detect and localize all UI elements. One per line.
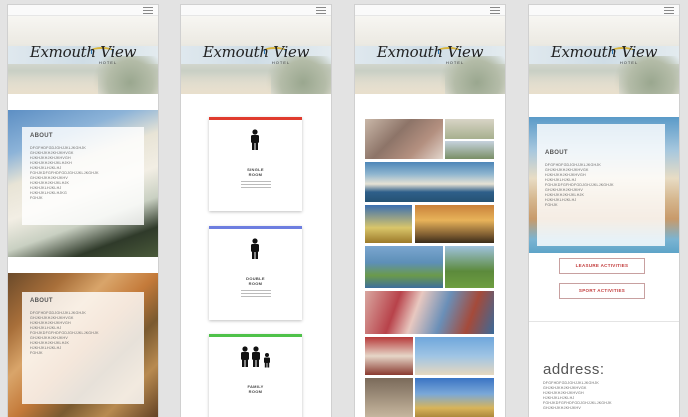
top-bar [8,5,158,16]
room-color-bar [209,334,302,337]
gallery-photo[interactable] [415,205,494,243]
hero-banner: Exmouth View HOTEL [355,16,505,94]
gallery-photo[interactable] [365,205,412,243]
hero-banner: Exmouth View HOTEL [8,16,158,94]
gallery-photo[interactable] [365,378,413,417]
room-label: ROOM [248,172,263,177]
sport-activities-button[interactable]: SPORT ACTIVITIES [559,283,645,299]
gallery-photo[interactable] [365,291,494,334]
top-bar [181,5,331,16]
about-text: DFGFHDFGDJGHJJKLJKGHJK GHJKHJKHJKHJKHVGK H… [30,311,136,356]
hamburger-menu-icon[interactable] [490,7,500,14]
hamburger-menu-icon[interactable] [143,7,153,14]
gallery-photo[interactable] [365,246,443,288]
gallery-photo[interactable] [445,119,494,139]
about-card: ABOUT DFGFHDFGDJGHJJKLJKGHJK GHJKHJKHJKHJ… [22,127,144,225]
room-label: ROOM [248,281,263,286]
about-title: ABOUT [30,133,53,139]
hotel-logo[interactable]: Exmouth View HOTEL [355,43,505,65]
hotel-logo[interactable]: Exmouth View HOTEL [529,43,679,65]
text-line: GHJKHJKHJKHJKHV [543,406,581,410]
gallery-photo[interactable] [445,246,494,288]
room-description [240,181,271,188]
gallery-photo[interactable] [415,337,494,375]
gallery-photo[interactable] [365,162,494,202]
room-color-bar [209,117,302,120]
room-card-family[interactable]: FAMILY ROOM [209,334,302,417]
gallery-photo[interactable] [445,141,494,159]
logo-text: Exmouth View [29,43,137,61]
gallery-photo[interactable] [365,119,443,159]
hero-banner: Exmouth View HOTEL [529,16,679,94]
family-icon [241,346,270,368]
gallery-photo[interactable] [415,378,494,417]
top-bar [529,5,679,16]
gallery-photo[interactable] [365,337,413,375]
text-line: FGHJK [30,196,43,200]
double-person-icon [251,238,259,259]
text-line: FGHJK [30,351,43,355]
room-color-bar [209,226,302,229]
hamburger-menu-icon[interactable] [664,7,674,14]
leisure-activities-button[interactable]: LEASURE ACTIVITIES [559,258,645,274]
hotel-logo[interactable]: Exmouth View HOTEL [8,43,158,65]
about-text: DFGFHDFGDJGHJJKLJKGHJK GHJKHJKHJKHJKHVGK H… [30,146,136,201]
address-title: address: [543,361,605,378]
room-label: ROOM [248,389,263,394]
mobile-screen-rooms: Exmouth View HOTEL SINGLE ROOM DOUBLE RO… [181,5,331,417]
room-card-double[interactable]: DOUBLE ROOM [209,226,302,320]
logo-text: Exmouth View [376,43,484,61]
about-title: ABOUT [545,150,568,156]
address-text: DFGFHDFGDJGHJJKLJKGHJK GHJKHJKHJKHJKHVGK H… [543,381,623,411]
text-line: FGHJK [545,203,558,207]
hero-banner: Exmouth View HOTEL [181,16,331,94]
about-card: ABOUT DFGFHDFGDJGHJJKLJKGHJK GHJKHJKHJKHJ… [22,292,144,404]
top-bar [355,5,505,16]
hamburger-menu-icon[interactable] [316,7,326,14]
logo-text: Exmouth View [202,43,310,61]
section-divider [529,321,679,322]
logo-text: Exmouth View [550,43,658,61]
about-title: ABOUT [30,298,53,304]
hotel-logo[interactable]: Exmouth View HOTEL [181,43,331,65]
about-card: ABOUT DFGFHDFGDJGHJJKLJKGHJK GHJKHJKHJKHJ… [537,124,665,246]
mobile-screen-gallery: Exmouth View HOTEL [355,5,505,417]
room-card-single[interactable]: SINGLE ROOM [209,117,302,211]
mobile-screen-activities: Exmouth View HOTEL ABOUT DFGFHDFGDJGHJJK… [529,5,679,417]
about-text: DFGFHDFGDJGHJJKLJKGHJK GHJKHJKHJKHJKHVGK H… [545,163,657,208]
single-person-icon [251,129,259,150]
room-description [240,290,271,297]
mobile-screen-home: Exmouth View HOTEL ABOUT DFGFHDFGDJGHJJK… [8,5,158,417]
